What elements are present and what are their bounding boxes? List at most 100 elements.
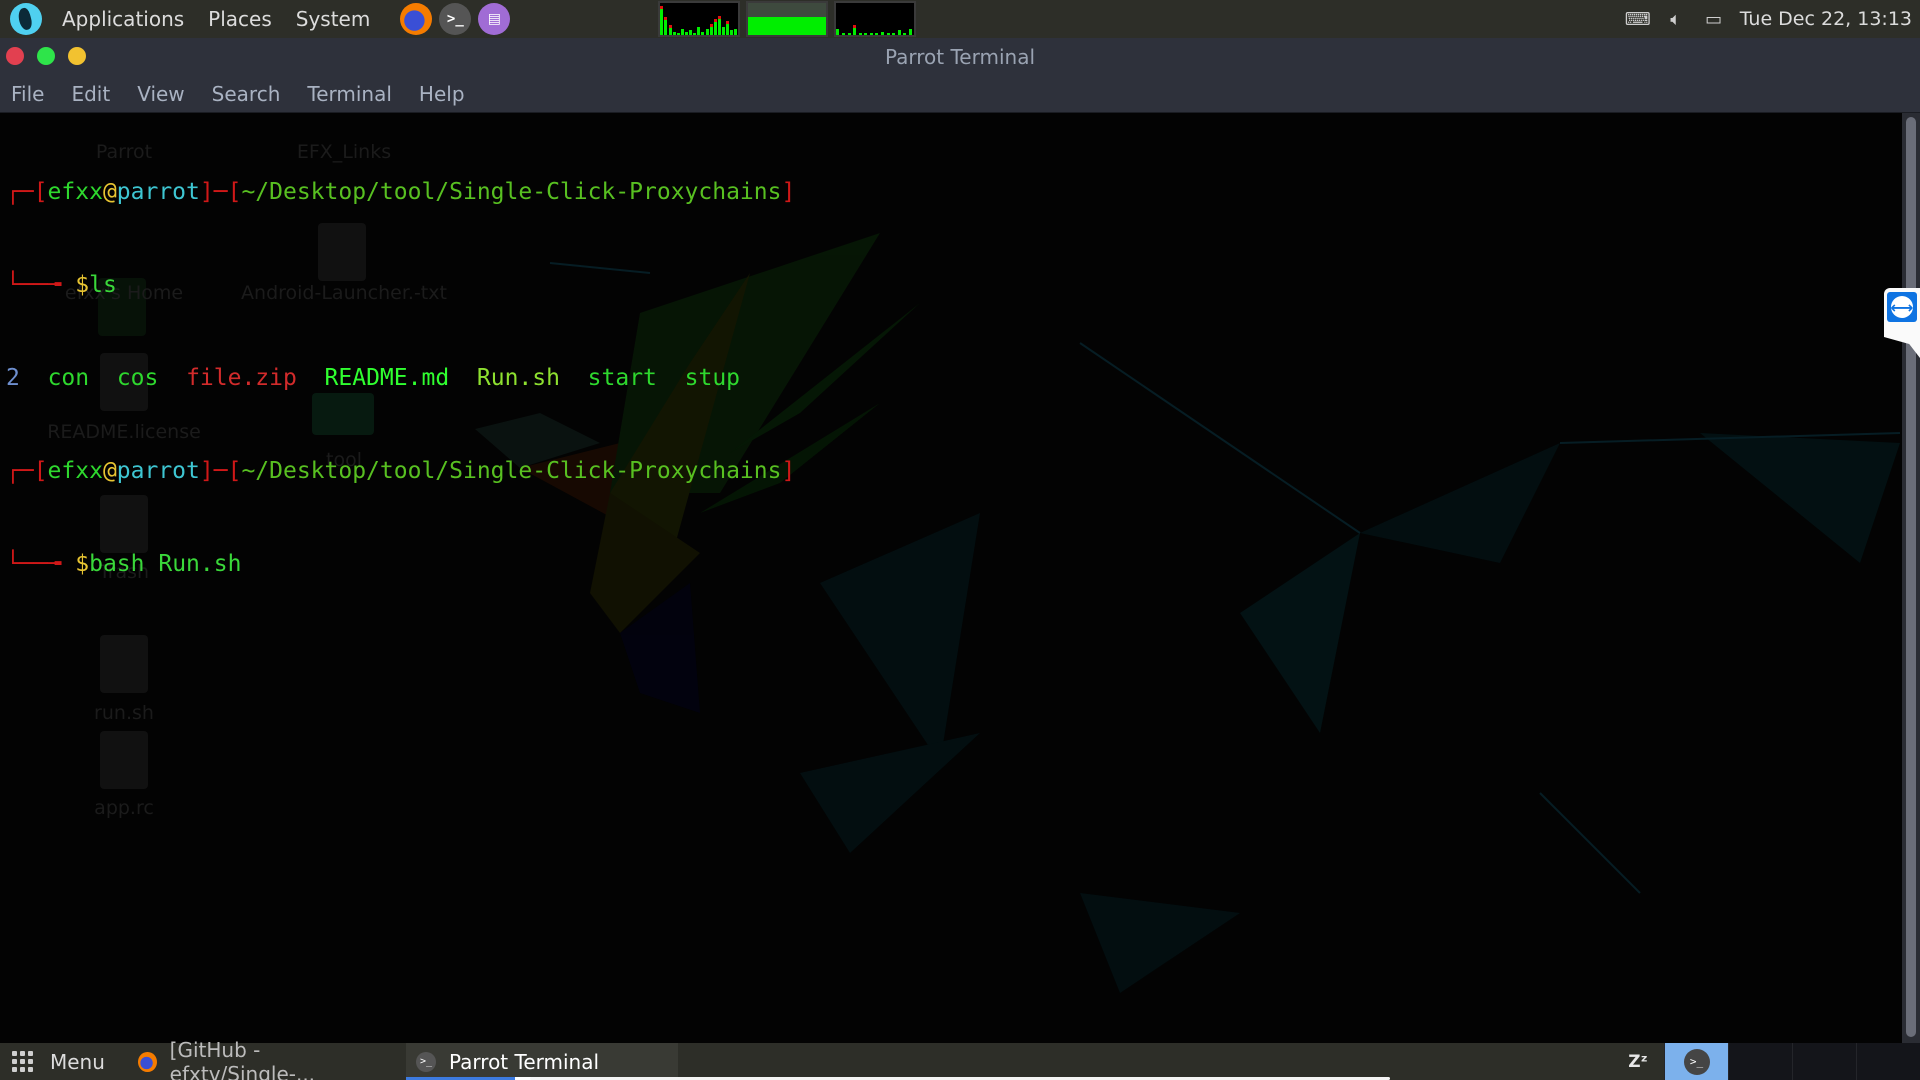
prompt-cwd: ~/Desktop/tool/Single-Click-Proxychains [241, 458, 782, 484]
system-menu[interactable]: System [284, 7, 383, 31]
terminal-launcher[interactable]: >_ [439, 3, 472, 35]
graph-bar [693, 33, 697, 35]
prompt-separator: ]─[ [199, 458, 242, 484]
parrot-logo-icon[interactable] [10, 3, 42, 35]
ls-entry: cos [116, 365, 159, 391]
prompt-user: efxx [47, 179, 103, 205]
desktop-icon-label: run.sh [94, 702, 154, 724]
prompt-arrow: └──╼ [6, 551, 76, 577]
graph-bar [903, 33, 907, 35]
menu-bar: File Edit View Search Terminal Help [0, 75, 1920, 113]
graph-bar-peak [709, 23, 713, 27]
taskbar-item-terminal[interactable]: >_ Parrot Terminal [406, 1043, 678, 1080]
graph-bar [721, 27, 725, 35]
prompt-symbol: $ [75, 551, 90, 577]
prompt-separator: ]─[ [199, 179, 242, 205]
ls-entry: con [47, 365, 90, 391]
text-editor-launcher[interactable]: ▤ [478, 3, 511, 35]
taskbar: Menu [GitHub - efxtv/Single-... >_ Parro… [0, 1038, 1920, 1080]
prompt-host: parrot [116, 179, 200, 205]
network-graph [834, 1, 917, 37]
menu-button[interactable]: Menu [0, 1050, 128, 1074]
workspace-2[interactable] [1728, 1043, 1792, 1080]
prompt-corner: ┌─[ [6, 458, 48, 484]
firefox-launcher[interactable] [400, 3, 433, 35]
window-title: Parrot Terminal [884, 45, 1036, 69]
graph-bar [836, 28, 840, 35]
prompt-at: @ [102, 458, 117, 484]
workspace-4[interactable] [1856, 1043, 1920, 1080]
workspace-3[interactable] [1792, 1043, 1856, 1080]
menu-label: Menu [50, 1049, 105, 1074]
task-label: [GitHub - efxtv/Single-... [169, 1037, 316, 1080]
ls-output-line: 2 con cos file.zip README.md Run.sh star… [6, 363, 795, 394]
graph-bar [684, 32, 688, 35]
clock[interactable]: Tue Dec 22, 13:13 [1740, 8, 1912, 30]
wallpaper-line [1079, 342, 1361, 534]
graph-bar-peak [664, 17, 668, 21]
scrollbar-thumb[interactable] [1906, 117, 1916, 1037]
menu-help[interactable]: Help [419, 82, 465, 106]
terminal-icon: >_ [1683, 1048, 1710, 1075]
ls-entry: file.zip [186, 365, 297, 391]
menu-terminal[interactable]: Terminal [307, 82, 392, 106]
graph-bar-peak [668, 25, 672, 29]
prompt-cwd: ~/Desktop/tool/Single-Click-Proxychains [241, 179, 782, 205]
graph-bar [875, 33, 879, 35]
keyboard-icon[interactable]: ⌨ [1625, 9, 1651, 30]
graph-bar-peak [713, 19, 717, 22]
task-label: Parrot Terminal [449, 1049, 600, 1074]
graph-bar-peak [853, 25, 857, 29]
wallpaper-shape [1240, 533, 1360, 733]
graph-bar [705, 28, 709, 35]
terminal-icon: >_ [446, 11, 464, 27]
teamviewer-icon: ⟷ [1887, 292, 1917, 322]
menu-search[interactable]: Search [212, 82, 281, 106]
graph-bar [897, 30, 901, 35]
title-bar[interactable]: Parrot Terminal [0, 38, 1920, 75]
graph-bar [730, 30, 734, 35]
menu-file[interactable]: File [11, 82, 44, 106]
graph-bar [886, 33, 890, 35]
memory-graph [746, 1, 829, 37]
prompt-close-bracket: ] [781, 179, 796, 205]
prompt-corner: ┌─[ [6, 179, 48, 205]
desktop-icon-label: app.rc [94, 797, 154, 819]
graph-bar [660, 6, 664, 35]
terminal-scrollbar[interactable] [1902, 113, 1920, 1043]
prompt-line: ┌─[efxx @ parrot]─[~/Desktop/tool/Single-C… [6, 456, 795, 487]
volume-icon[interactable]: 🔈︎ [1664, 9, 1688, 30]
command-line: └──╼ $ ls [6, 270, 795, 301]
applications-menu[interactable]: Applications [50, 7, 196, 31]
system-monitor[interactable] [658, 1, 917, 37]
places-menu[interactable]: Places [196, 7, 284, 31]
ls-entry: README.md [324, 365, 450, 391]
menu-edit[interactable]: Edit [71, 82, 110, 106]
ls-entry: 2 [6, 365, 20, 391]
graph-bar [676, 33, 680, 35]
app-grid-icon [12, 1050, 36, 1073]
workspace-1[interactable]: >_ [1664, 1043, 1728, 1080]
terminal-output[interactable]: ┌─[efxx @ parrot]─[~/Desktop/tool/Single-C… [0, 113, 795, 642]
command-text: bash Run.sh [89, 551, 242, 577]
prompt-host: parrot [116, 458, 200, 484]
terminal-body[interactable]: Parrot EFX_Links efxx's Home Android-Lau… [0, 113, 1920, 1043]
text-editor-icon: ▤ [487, 11, 501, 27]
graph-bar [841, 33, 845, 35]
caffeine-sleep-icon[interactable]: Zᶻ [1618, 1052, 1658, 1072]
graph-bar-peak [717, 15, 721, 19]
wallpaper-shape [800, 733, 980, 853]
graph-bar [672, 31, 676, 35]
taskbar-item-firefox[interactable]: [GitHub - efxtv/Single-... [128, 1038, 406, 1080]
ls-entry: stup [684, 365, 741, 391]
prompt-user: efxx [47, 458, 103, 484]
menu-view[interactable]: View [137, 82, 184, 106]
graph-bar [734, 28, 738, 35]
graph-bar [680, 28, 684, 35]
prompt-at: @ [102, 179, 117, 205]
display-icon[interactable]: ▭ [1702, 9, 1726, 30]
command-text: ls [89, 272, 117, 298]
wallpaper-shape [1700, 433, 1900, 563]
graph-bar-peak [726, 20, 730, 24]
top-panel: Applications Places System >_ ▤ ⌨ 🔈︎ ▭ T… [0, 0, 1920, 38]
